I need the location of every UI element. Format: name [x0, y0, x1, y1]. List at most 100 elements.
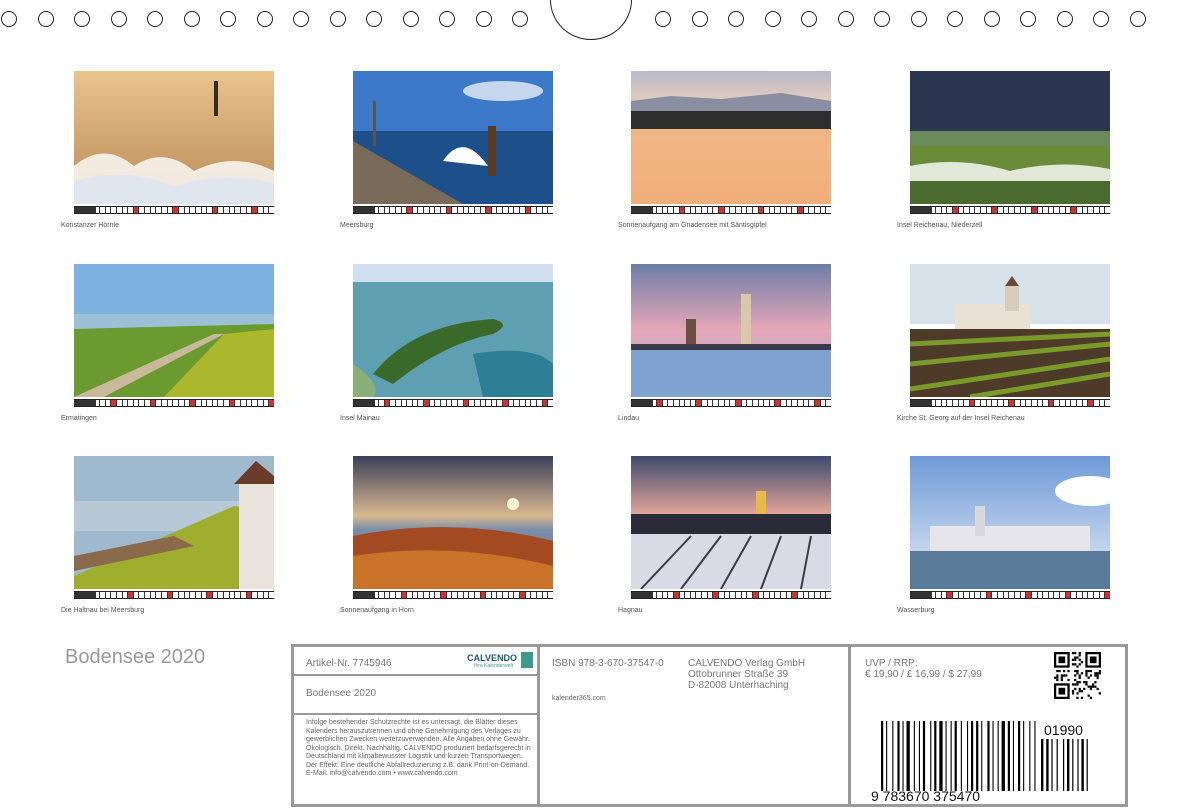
binding-hole: [1129, 11, 1146, 27]
barcode: [881, 721, 1036, 791]
month-label-bar: [631, 207, 653, 213]
barcode-addon-digits: 01990: [1044, 722, 1083, 738]
binding-hole: [293, 11, 309, 27]
binding-hole: [801, 11, 817, 27]
binding-hole: [910, 11, 927, 27]
legal-text: Infolge bestehender Schutzrechte ist es …: [306, 719, 531, 777]
binding-hole: [256, 11, 273, 27]
binding-hole: [475, 11, 492, 27]
article-number: Artikel-Nr. 7745946: [306, 658, 392, 669]
month-caption: Insel Mainau: [340, 415, 380, 422]
barcode-addon: [1041, 739, 1088, 791]
month-photo: [631, 456, 831, 589]
binding-hole: [655, 11, 671, 27]
month-photo: [353, 71, 553, 204]
month-caption: Die Haltnau bei Meersburg: [61, 607, 145, 614]
binding-hole: [183, 11, 200, 27]
month-caption: Sonnenaufgang in Horn: [340, 607, 414, 614]
month-label-bar: [74, 207, 96, 213]
month-photo: [74, 264, 274, 397]
calendar-day-strip: [353, 399, 553, 407]
binding-hole: [983, 11, 1000, 27]
calendar-day-strip: [74, 206, 274, 214]
binding-hole: [1093, 11, 1109, 27]
binding-hole: [947, 11, 963, 27]
month-caption: Sonnenaufgang am Gnadensee mit Säntisgip…: [618, 222, 767, 229]
binding-hole: [874, 11, 890, 27]
month-photo: [353, 456, 553, 589]
month-label-bar: [910, 592, 932, 598]
binding-hole: [110, 11, 127, 27]
month-label-bar: [631, 592, 653, 598]
binding-hole: [147, 11, 163, 27]
website: kalender365.com: [552, 695, 606, 702]
day-cell: [825, 207, 831, 213]
day-cell: [547, 207, 553, 213]
uvp-price: € 19,90 / £ 16,99 / $ 27,99: [865, 669, 982, 680]
binding-hole: [220, 11, 236, 27]
calendar-day-strip: [353, 591, 553, 599]
binding-hole: [1056, 11, 1073, 27]
binding-hole: [1020, 11, 1036, 27]
month-caption: Ermatingen: [61, 415, 97, 422]
calendar-day-strip: [74, 591, 274, 599]
binding-hole: [512, 11, 528, 27]
day-cell: [268, 207, 274, 213]
day-cell: [268, 592, 274, 598]
day-cell: [268, 400, 274, 406]
isbn: ISBN 978-3-670-37547-0: [552, 658, 664, 669]
day-cell: [547, 592, 553, 598]
article-row: Artikel-Nr. 7745946 CALVENDO Ihre Kalend…: [294, 647, 537, 676]
month-caption: Meersburg: [340, 222, 374, 229]
calvendo-logo-icon: [521, 652, 533, 668]
binding-hole: [691, 11, 708, 27]
month-caption: Insel Reichenau, Niederzell: [897, 222, 983, 229]
qr-code: [1054, 652, 1101, 699]
calendar-day-strip: [631, 591, 831, 599]
calvendo-logo: CALVENDO: [467, 653, 517, 663]
calendar-day-strip: [631, 206, 831, 214]
barcode-digits: 9 783670 375470: [871, 788, 980, 804]
month-caption: Hagnau: [618, 607, 643, 614]
title-row: Bodensee 2020: [294, 674, 537, 715]
month-label-bar: [353, 592, 375, 598]
month-label-bar: [74, 400, 96, 406]
calvendo-logo-tagline: Ihre Kalenderwelt: [474, 663, 513, 669]
month-label-bar: [910, 207, 932, 213]
month-photo: [910, 264, 1110, 397]
month-label-bar: [353, 400, 375, 406]
month-photo: [353, 264, 553, 397]
month-photo: [910, 456, 1110, 589]
info-panel-article: Artikel-Nr. 7745946 CALVENDO Ihre Kalend…: [291, 644, 540, 807]
day-cell: [1104, 400, 1110, 406]
calendar-title-small: Bodensee 2020: [306, 688, 377, 699]
day-cell: [1104, 592, 1110, 598]
calendar-day-strip: [910, 206, 1110, 214]
day-cell: [1104, 207, 1110, 213]
binding-hole: [764, 11, 781, 27]
month-label-bar: [353, 207, 375, 213]
binding-hole: [366, 11, 382, 27]
calendar-day-strip: [910, 591, 1110, 599]
month-caption: Konstanzer Hörnle: [61, 222, 119, 229]
month-label-bar: [910, 400, 932, 406]
calendar-day-strip: [910, 399, 1110, 407]
month-photo: [74, 456, 274, 589]
binding-hole: [37, 11, 54, 27]
month-label-bar: [74, 592, 96, 598]
day-cell: [547, 400, 553, 406]
month-caption: Lindau: [618, 415, 640, 422]
month-caption: Wasserburg: [897, 607, 935, 614]
month-photo: [74, 71, 274, 204]
calendar-day-strip: [74, 399, 274, 407]
uvp-label: UVP / RRP:: [865, 658, 918, 669]
binding-hole: [329, 11, 346, 27]
publisher-name: CALVENDO Verlag GmbH: [688, 658, 806, 669]
calendar-title: Bodensee 2020: [65, 646, 206, 668]
publisher-city: D-82008 Unterhaching: [688, 680, 789, 691]
month-photo: [631, 71, 831, 204]
month-label-bar: [631, 400, 653, 406]
day-cell: [825, 400, 831, 406]
month-photo: [631, 264, 831, 397]
publisher-street: Ottobrunner Straße 39: [688, 669, 789, 680]
